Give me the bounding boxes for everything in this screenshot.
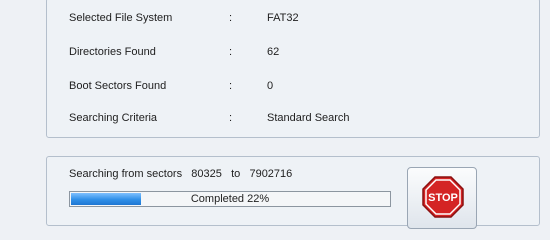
stop-button[interactable]: STOP [407, 167, 477, 229]
info-label: Searching Criteria [69, 112, 158, 124]
info-separator: : [229, 46, 233, 58]
progress-bar: Completed 22% [69, 191, 391, 207]
info-value: Standard Search [267, 112, 350, 124]
info-row-directories: Directories Found : 62 [47, 45, 539, 59]
info-separator: : [229, 80, 233, 92]
scan-info-panel: Selected File System : FAT32 Directories… [46, 0, 540, 138]
range-to: to [231, 168, 241, 180]
range-prefix: Searching from sectors [69, 168, 183, 180]
info-value: 62 [267, 46, 280, 58]
info-separator: : [229, 112, 233, 124]
stop-label: STOP [428, 192, 458, 204]
range-end-sector: 7902716 [249, 168, 293, 180]
range-start-sector: 80325 [191, 168, 222, 180]
info-label: Boot Sectors Found [69, 80, 167, 92]
info-row-file-system: Selected File System : FAT32 [47, 11, 539, 25]
info-row-boot-sectors: Boot Sectors Found : 0 [47, 79, 539, 93]
info-value: 0 [267, 80, 274, 92]
search-progress-panel: Searching from sectors 80325 to 7902716 … [46, 156, 540, 229]
sector-range-text: Searching from sectors 80325 to 7902716 [69, 167, 292, 181]
info-label: Directories Found [69, 46, 156, 58]
info-separator: : [229, 12, 233, 24]
info-row-criteria: Searching Criteria : Standard Search [47, 111, 539, 125]
stop-sign-icon: STOP [422, 176, 464, 218]
progress-text: Completed 22% [190, 193, 270, 205]
info-label: Selected File System [69, 12, 173, 24]
info-value: FAT32 [267, 12, 299, 24]
